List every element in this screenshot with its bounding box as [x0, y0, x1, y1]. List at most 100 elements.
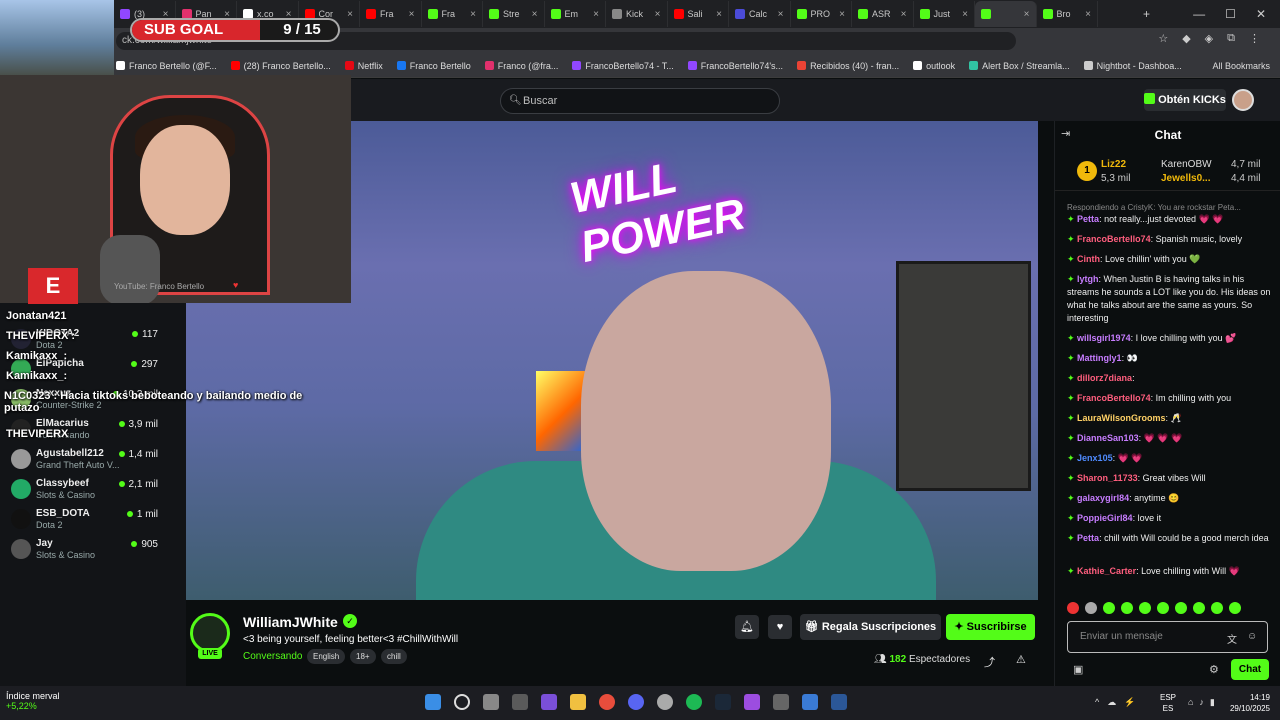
- tag-chill[interactable]: chill: [381, 649, 407, 664]
- browser-tab[interactable]: Bro ×: [1037, 1, 1098, 27]
- emote-icon[interactable]: [1229, 602, 1241, 614]
- browser-tab[interactable]: Fra ×: [422, 1, 483, 27]
- bookmark-item[interactable]: FrancoBertello74's...: [687, 61, 783, 71]
- new-tab-icon[interactable]: +: [1143, 7, 1150, 21]
- bookmark-item[interactable]: Recibidos (40) - fran...: [797, 61, 899, 71]
- close-tab-icon[interactable]: ×: [901, 9, 907, 20]
- browser-tab[interactable]: Just ×: [914, 1, 975, 27]
- chat-username[interactable]: FrancoBertello74: [1077, 393, 1151, 403]
- task-view-icon[interactable]: [483, 694, 499, 710]
- stock-ticker[interactable]: Índice merval +5,22%: [6, 691, 60, 711]
- share-icon[interactable]: ⤴: [984, 654, 995, 670]
- stream-category[interactable]: Conversando: [243, 651, 302, 662]
- chat-username[interactable]: DianneSan103: [1077, 433, 1139, 443]
- chat-username[interactable]: lytgh: [1077, 274, 1099, 284]
- extension-icon[interactable]: ◆: [1182, 32, 1190, 45]
- discord-icon[interactable]: [628, 694, 644, 710]
- close-tab-icon[interactable]: ×: [655, 9, 661, 20]
- app-icon[interactable]: [541, 694, 557, 710]
- tag-18plus[interactable]: 18+: [350, 649, 376, 664]
- chat-username[interactable]: willsgirl1974: [1077, 333, 1131, 343]
- sidebar-channel[interactable]: ESB_DOTA Dota 2 1 mil: [0, 506, 186, 534]
- maximize-icon[interactable]: ☐: [1225, 7, 1236, 21]
- chat-username[interactable]: LauraWilsonGrooms: [1077, 413, 1165, 423]
- chat-username[interactable]: Mattingly1: [1077, 353, 1122, 363]
- chat-username[interactable]: dillorz7diana: [1077, 373, 1132, 383]
- sidebar-channel[interactable]: Agustabell212 Grand Theft Auto V... 1,4 mi…: [0, 446, 186, 474]
- get-kicks-button[interactable]: Obtén KICKs: [1144, 89, 1226, 111]
- chat-username[interactable]: PoppieGirl84: [1077, 513, 1133, 523]
- close-tab-icon[interactable]: ×: [962, 9, 968, 20]
- emote-icon[interactable]: [1157, 602, 1169, 614]
- chat-username[interactable]: Cinth: [1077, 254, 1100, 264]
- chat-username[interactable]: Petta: [1077, 533, 1099, 543]
- browser-tab[interactable]: Sali ×: [668, 1, 729, 27]
- emote-icon[interactable]: [1139, 602, 1151, 614]
- browser-tab[interactable]: Em ×: [545, 1, 606, 27]
- chat-username[interactable]: Kathie_Carter: [1077, 566, 1136, 576]
- channel-name[interactable]: WilliamJWhite: [243, 614, 338, 630]
- all-bookmarks-button[interactable]: All Bookmarks: [1212, 61, 1270, 71]
- emote-icon[interactable]: [1121, 602, 1133, 614]
- browser-tab[interactable]: Fra ×: [360, 1, 422, 27]
- bookmark-item[interactable]: Nightbot - Dashboa...: [1083, 61, 1182, 71]
- spotify-icon[interactable]: [686, 694, 702, 710]
- subscribe-button[interactable]: ✦ Suscribirse: [946, 614, 1035, 640]
- search-input[interactable]: 🔍︎ Buscar: [500, 88, 780, 114]
- close-tab-icon[interactable]: ×: [470, 9, 476, 20]
- user-avatar[interactable]: [1232, 89, 1254, 111]
- puzzle-icon[interactable]: ⧉: [1227, 32, 1235, 45]
- sidebar-channel[interactable]: Jay Slots & Casino 905: [0, 536, 186, 564]
- system-tray[interactable]: ^☁⚡: [1095, 697, 1143, 708]
- follow-heart-icon[interactable]: ♥: [768, 615, 792, 639]
- chat-username[interactable]: Jenx105: [1077, 453, 1113, 463]
- chat-input[interactable]: Enviar un mensaje: [1067, 621, 1268, 653]
- bookmark-item[interactable]: FrancoBertello74 - T...: [572, 61, 674, 71]
- channel-avatar[interactable]: [190, 613, 230, 653]
- translate-icon[interactable]: 文: [1227, 631, 1237, 646]
- emote-icon[interactable]: [1103, 602, 1115, 614]
- network-volume-battery-icons[interactable]: ⌂♪▮: [1188, 697, 1221, 708]
- app-icon[interactable]: [773, 694, 789, 710]
- bookmark-item[interactable]: Franco Bertello (@F...: [116, 61, 217, 71]
- app-icon[interactable]: [831, 694, 847, 710]
- bookmark-item[interactable]: Franco Bertello: [396, 61, 471, 71]
- close-tab-icon[interactable]: ×: [593, 9, 599, 20]
- store-icon[interactable]: [512, 694, 528, 710]
- gift-subs-button[interactable]: 🎁︎ Regala Suscripciones: [800, 614, 941, 640]
- language-indicator[interactable]: ESP ES: [1160, 692, 1176, 714]
- send-chat-button[interactable]: Chat: [1231, 659, 1269, 680]
- close-tab-icon[interactable]: ×: [778, 9, 784, 20]
- menu-icon[interactable]: ⋮: [1249, 32, 1260, 45]
- close-window-icon[interactable]: ✕: [1256, 7, 1266, 21]
- close-tab-icon[interactable]: ×: [839, 9, 845, 20]
- report-icon[interactable]: ⚠: [1016, 653, 1026, 666]
- close-tab-icon[interactable]: ×: [532, 9, 538, 20]
- sidebar-channel[interactable]: Classybeef Slots & Casino 2,1 mil: [0, 476, 186, 504]
- steam-icon[interactable]: [715, 694, 731, 710]
- app-icon[interactable]: [802, 694, 818, 710]
- search-icon[interactable]: [454, 694, 470, 710]
- emote-icon[interactable]: [1085, 602, 1097, 614]
- emote-icon[interactable]: [1175, 602, 1187, 614]
- close-tab-icon[interactable]: ×: [347, 9, 353, 20]
- bookmark-item[interactable]: (28) Franco Bertello...: [230, 61, 331, 71]
- emote-icon[interactable]: [1211, 602, 1223, 614]
- close-tab-icon[interactable]: ×: [716, 9, 722, 20]
- settings-icon[interactable]: ⚙: [1209, 663, 1219, 676]
- chat-username[interactable]: Petta: [1077, 214, 1099, 224]
- browser-tab[interactable]: PRO ×: [791, 1, 852, 27]
- app-icon[interactable]: [744, 694, 760, 710]
- bookmark-star-icon[interactable]: ☆: [1158, 32, 1168, 45]
- browser-tab[interactable]: Kick ×: [606, 1, 668, 27]
- file-explorer-icon[interactable]: [570, 694, 586, 710]
- minimize-icon[interactable]: —: [1193, 7, 1205, 21]
- browser-tab[interactable]: ASR ×: [852, 1, 914, 27]
- emote-icon[interactable]: [1193, 602, 1205, 614]
- browser-tab[interactable]: Stre ×: [483, 1, 545, 27]
- emote-icon[interactable]: [1067, 602, 1079, 614]
- browser-tab[interactable]: ×: [975, 1, 1037, 27]
- chat-username[interactable]: galaxygirl84: [1077, 493, 1129, 503]
- chrome-icon[interactable]: [599, 694, 615, 710]
- emoji-icon[interactable]: ☺: [1247, 631, 1257, 642]
